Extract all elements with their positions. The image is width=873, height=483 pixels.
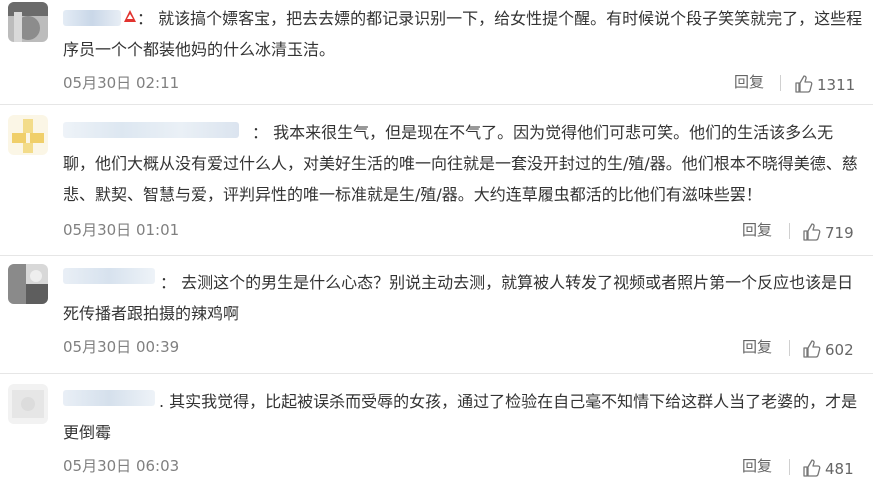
comment-time: 05月30日 02:11 (63, 74, 180, 92)
comment-time: 05月30日 00:39 (63, 338, 180, 356)
like-button[interactable]: 602 (802, 339, 854, 360)
like-count: 602 (825, 341, 854, 359)
thumbs-up-icon (794, 74, 814, 94)
comment-text: ： 去测这个的男生是什么心态？别说主动去测，就算被人转发了视频或者照片第一个反应… (63, 273, 854, 323)
divider-vertical (780, 75, 781, 91)
like-count: 1311 (817, 76, 856, 94)
like-count: 719 (825, 224, 854, 242)
reply-button[interactable]: 回复 (734, 72, 764, 92)
comment-text: ： 我本来很生气，但是现在不气了。因为觉得他们可悲可笑。他们的生活该多么无聊，他… (63, 123, 858, 204)
comment-time: 05月30日 01:01 (63, 221, 180, 239)
comment-item: . 其实我觉得，比起被误杀而受辱的女孩，通过了检验在自己毫不知情下给这群人当了老… (0, 374, 873, 478)
avatar[interactable] (8, 384, 48, 424)
reply-button[interactable]: 回复 (742, 337, 772, 357)
reply-button[interactable]: 回复 (742, 456, 772, 476)
thumbs-up-icon (802, 458, 822, 478)
comment-text: ： 就该搞个嫖客宝，把去去嫖的都记录识别一下，给女性提个醒。有时候说个段子笑笑就… (63, 9, 863, 59)
comment-item: ： 我本来很生气，但是现在不气了。因为觉得他们可悲可笑。他们的生活该多么无聊，他… (0, 105, 873, 255)
thumbs-up-icon (802, 222, 822, 242)
comment-item: ： 就该搞个嫖客宝，把去去嫖的都记录识别一下，给女性提个醒。有时候说个段子笑笑就… (0, 0, 873, 104)
avatar[interactable] (8, 264, 48, 304)
comment-text: . 其实我觉得，比起被误杀而受辱的女孩，通过了检验在自己毫不知情下给这群人当了老… (63, 392, 858, 442)
like-count: 481 (825, 460, 854, 478)
divider-vertical (789, 459, 790, 475)
divider-vertical (789, 223, 790, 239)
thumbs-up-icon (802, 339, 822, 359)
avatar[interactable] (8, 115, 48, 155)
avatar[interactable] (8, 2, 48, 42)
comment-item: ： 去测这个的男生是什么心态？别说主动去测，就算被人转发了视频或者照片第一个反应… (0, 256, 873, 373)
like-button[interactable]: 481 (802, 458, 854, 479)
reply-button[interactable]: 回复 (742, 220, 772, 240)
like-button[interactable]: 1311 (794, 74, 855, 95)
like-button[interactable]: 719 (802, 222, 854, 243)
comment-time: 05月30日 06:03 (63, 457, 180, 475)
divider-vertical (789, 340, 790, 356)
